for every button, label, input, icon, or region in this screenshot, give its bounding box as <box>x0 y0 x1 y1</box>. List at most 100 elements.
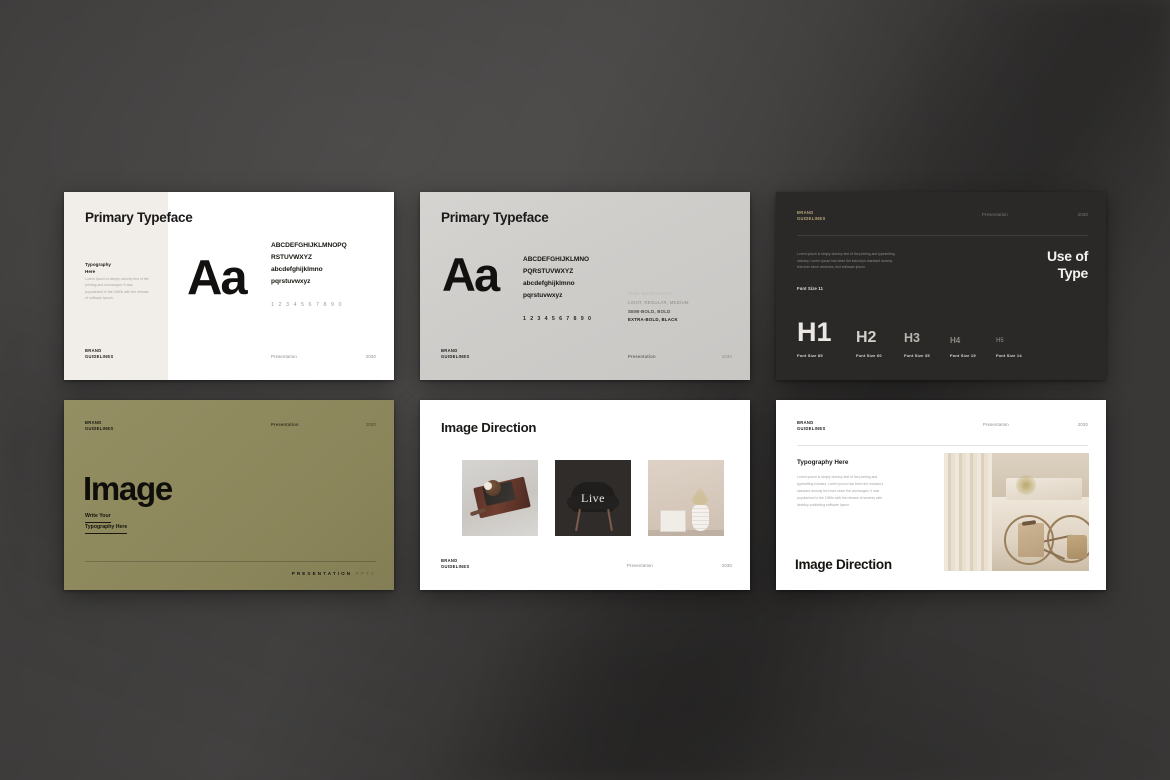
slide3-scale-label: H4 <box>950 336 961 346</box>
slide1-footer-presentation: Presentation <box>271 354 297 359</box>
slide-image-olive-cover[interactable]: BRAND GUIDELINES Presentation 2030 Image… <box>64 400 394 590</box>
slide3-scale-item: H2 Font Size 60 <box>856 328 904 358</box>
slide-deck: Primary Typeface Typography Here Lorem I… <box>64 192 1106 590</box>
slide1-subtitle-line1: Typography <box>85 262 111 267</box>
slide1-body-text: Lorem Ipsum is simply dummy text of the … <box>85 277 149 301</box>
slide3-scale-size: Font Size 14 <box>996 353 1022 358</box>
slide4-header-presentation: Presentation <box>271 422 299 427</box>
slide5-footer-year: 2030 <box>721 563 732 568</box>
slide1-glyph-line: pqrstuvwxyz <box>271 278 311 285</box>
slide3-title-line1: Use of <box>1047 248 1088 264</box>
slide3-scale-size: Font Size 60 <box>856 353 882 358</box>
slide2-brandmark-line2: GUIDELINES <box>441 354 470 360</box>
slide-image-direction-text[interactable]: BRAND GUIDELINES Presentation 2030 Typog… <box>776 400 1106 590</box>
slide3-title-line2: Type <box>1057 264 1089 281</box>
slide3-scale-label: H3 <box>904 331 920 346</box>
slide4-footer-format: PPTX <box>355 571 376 576</box>
slide2-footer-presentation: Presentation <box>628 354 656 359</box>
slide6-big-title: Image Direction <box>795 557 892 572</box>
slide1-brandmark: BRAND GUIDELINES <box>85 348 114 360</box>
slide3-scale-size: Font Size 85 <box>797 353 823 358</box>
slide3-divider <box>797 235 1088 236</box>
slide2-weight-item: EXTRA-BOLD, BLACK <box>628 317 678 323</box>
slide3-heading-scale: H1 Font Size 85 H2 Font Size 60 H3 Font … <box>797 318 1090 358</box>
slide5-brandmark: BRAND GUIDELINES <box>441 558 470 570</box>
slide-use-of-type-dark[interactable]: BRAND GUIDELINES Presentation 2030 Lorem… <box>776 192 1106 380</box>
slide-primary-typeface-grey[interactable]: Primary Typeface Aa ABCDEFGHIJKLMNO PQRS… <box>420 192 750 380</box>
basket-shape <box>1067 535 1087 559</box>
slide4-brandmark-line2: GUIDELINES <box>85 425 114 431</box>
slide4-brandmark-line1: BRAND <box>85 420 102 425</box>
slide2-specimen: Aa <box>442 248 500 301</box>
slide3-scale-size: Font Size 35 <box>904 353 930 358</box>
slide6-brandmark-line2: GUIDELINES <box>797 425 826 431</box>
slide4-caption-line2: Typography Here <box>85 523 128 534</box>
slide2-glyph-set: ABCDEFGHIJKLMNO PQRSTUVWXYZ abcdefghijkl… <box>523 254 633 302</box>
slide2-weight-item: SEMI-BOLD, BOLD <box>628 308 671 314</box>
slide6-brandmark-line1: BRAND <box>797 420 814 425</box>
bicycle-pannier-bag-shape <box>1018 523 1044 557</box>
slide4-divider <box>85 561 376 562</box>
picture-frame-shape <box>660 510 686 532</box>
slide2-title: Primary Typeface <box>441 210 549 225</box>
slide2-glyph-line: abcdefghijklmno <box>523 280 575 288</box>
slide1-numerals: 1 2 3 4 5 6 7 8 9 0 <box>271 302 343 308</box>
slide4-footer: PRESENTATION PPTX <box>292 571 376 576</box>
slide2-numerals: 1 2 3 4 5 6 7 8 9 0 <box>523 316 593 322</box>
slide5-brandmark-line1: BRAND <box>441 558 458 564</box>
slide2-brandmark: BRAND GUIDELINES <box>441 348 470 360</box>
slide4-caption: Write Your Typography Here <box>85 512 128 534</box>
slide2-weight-list: THIN, EXTRA-LIGHT LIGHT, REGULAR, MEDIUM… <box>628 290 689 325</box>
slide2-brandmark-line1: BRAND <box>441 348 458 354</box>
slide2-footer-year: 2030 <box>721 354 732 359</box>
ribbed-vase-shape <box>692 505 709 531</box>
slide3-scale-label: H2 <box>856 328 877 346</box>
chair-leg-left-shape <box>575 508 581 532</box>
slide3-scale-size: Font Size 19 <box>950 353 976 358</box>
chair-leg-right-shape <box>607 508 613 532</box>
slide2-weight-item: THIN, EXTRA-LIGHT <box>628 291 674 296</box>
slide5-photo-row: Live <box>462 460 724 536</box>
slide6-body-text: Lorem Ipsum is simply dummy text of the … <box>797 475 884 507</box>
live-caption: Live <box>581 491 605 505</box>
slide1-title: Primary Typeface <box>85 210 193 225</box>
slide4-footer-presentation: PRESENTATION <box>291 571 353 576</box>
slide6-heading: Typography Here <box>797 459 849 466</box>
slide1-glyph-set: ABCDEFGHIJKLMNOPQ RSTUVWXYZ abcdefghijkl… <box>271 240 389 288</box>
slide2-glyph-line: pqrstuvwxyz <box>523 292 563 300</box>
slide3-scale-item: H4 Font Size 19 <box>950 337 996 358</box>
slide1-subtitle-line2: Here <box>85 268 96 274</box>
slide-primary-typeface-light[interactable]: Primary Typeface Typography Here Lorem I… <box>64 192 394 380</box>
slide6-brandmark: BRAND GUIDELINES <box>797 420 826 432</box>
slide3-brandmark: BRAND GUIDELINES <box>797 210 826 222</box>
slide1-glyph-line: RSTUVWXYZ <box>271 254 312 261</box>
slide4-header-year: 2030 <box>365 422 376 427</box>
slide3-header-presentation: Presentation <box>982 212 1008 217</box>
slide3-scale-item: H1 Font Size 85 <box>797 318 856 358</box>
slide6-divider <box>797 445 1088 446</box>
sheer-curtain-shape <box>944 453 992 571</box>
slide1-specimen: Aa <box>187 251 248 305</box>
slide6-header-year: 2030 <box>1077 422 1088 427</box>
slide6-header-presentation: Presentation <box>983 422 1009 427</box>
bicycle-against-wall-photo <box>944 453 1089 571</box>
slide5-brandmark-line2: GUIDELINES <box>441 564 470 570</box>
slide1-footer-year: 2030 <box>365 354 376 359</box>
slide3-scale-label: H5 <box>996 338 1004 345</box>
pampas-grass-shape <box>689 485 711 507</box>
slide3-scale-item: H3 Font Size 35 <box>904 331 950 358</box>
slide-image-direction-grid[interactable]: Image Direction Live BRAND GUIDELINES Pr… <box>420 400 750 590</box>
slide3-header-year: 2030 <box>1077 212 1088 217</box>
slide3-title: Use of Type <box>1047 248 1088 281</box>
slide4-big-word: Image <box>83 470 173 507</box>
slide3-brandmark-line2: GUIDELINES <box>797 215 826 221</box>
slide4-brandmark: BRAND GUIDELINES <box>85 420 114 432</box>
dessert-on-wooden-board-photo <box>462 460 538 536</box>
pampas-grass-in-vase-photo <box>648 460 724 536</box>
slide1-glyph-line: abcdefghijklmno <box>271 266 323 273</box>
live-cushion-on-chair-photo: Live <box>555 460 631 536</box>
slide3-brandmark-line1: BRAND <box>797 210 814 215</box>
slide2-weight-item: LIGHT, REGULAR, MEDIUM <box>628 299 689 305</box>
slide1-brandmark-line1: BRAND <box>85 348 102 354</box>
slide5-footer-presentation: Presentation <box>627 563 653 568</box>
